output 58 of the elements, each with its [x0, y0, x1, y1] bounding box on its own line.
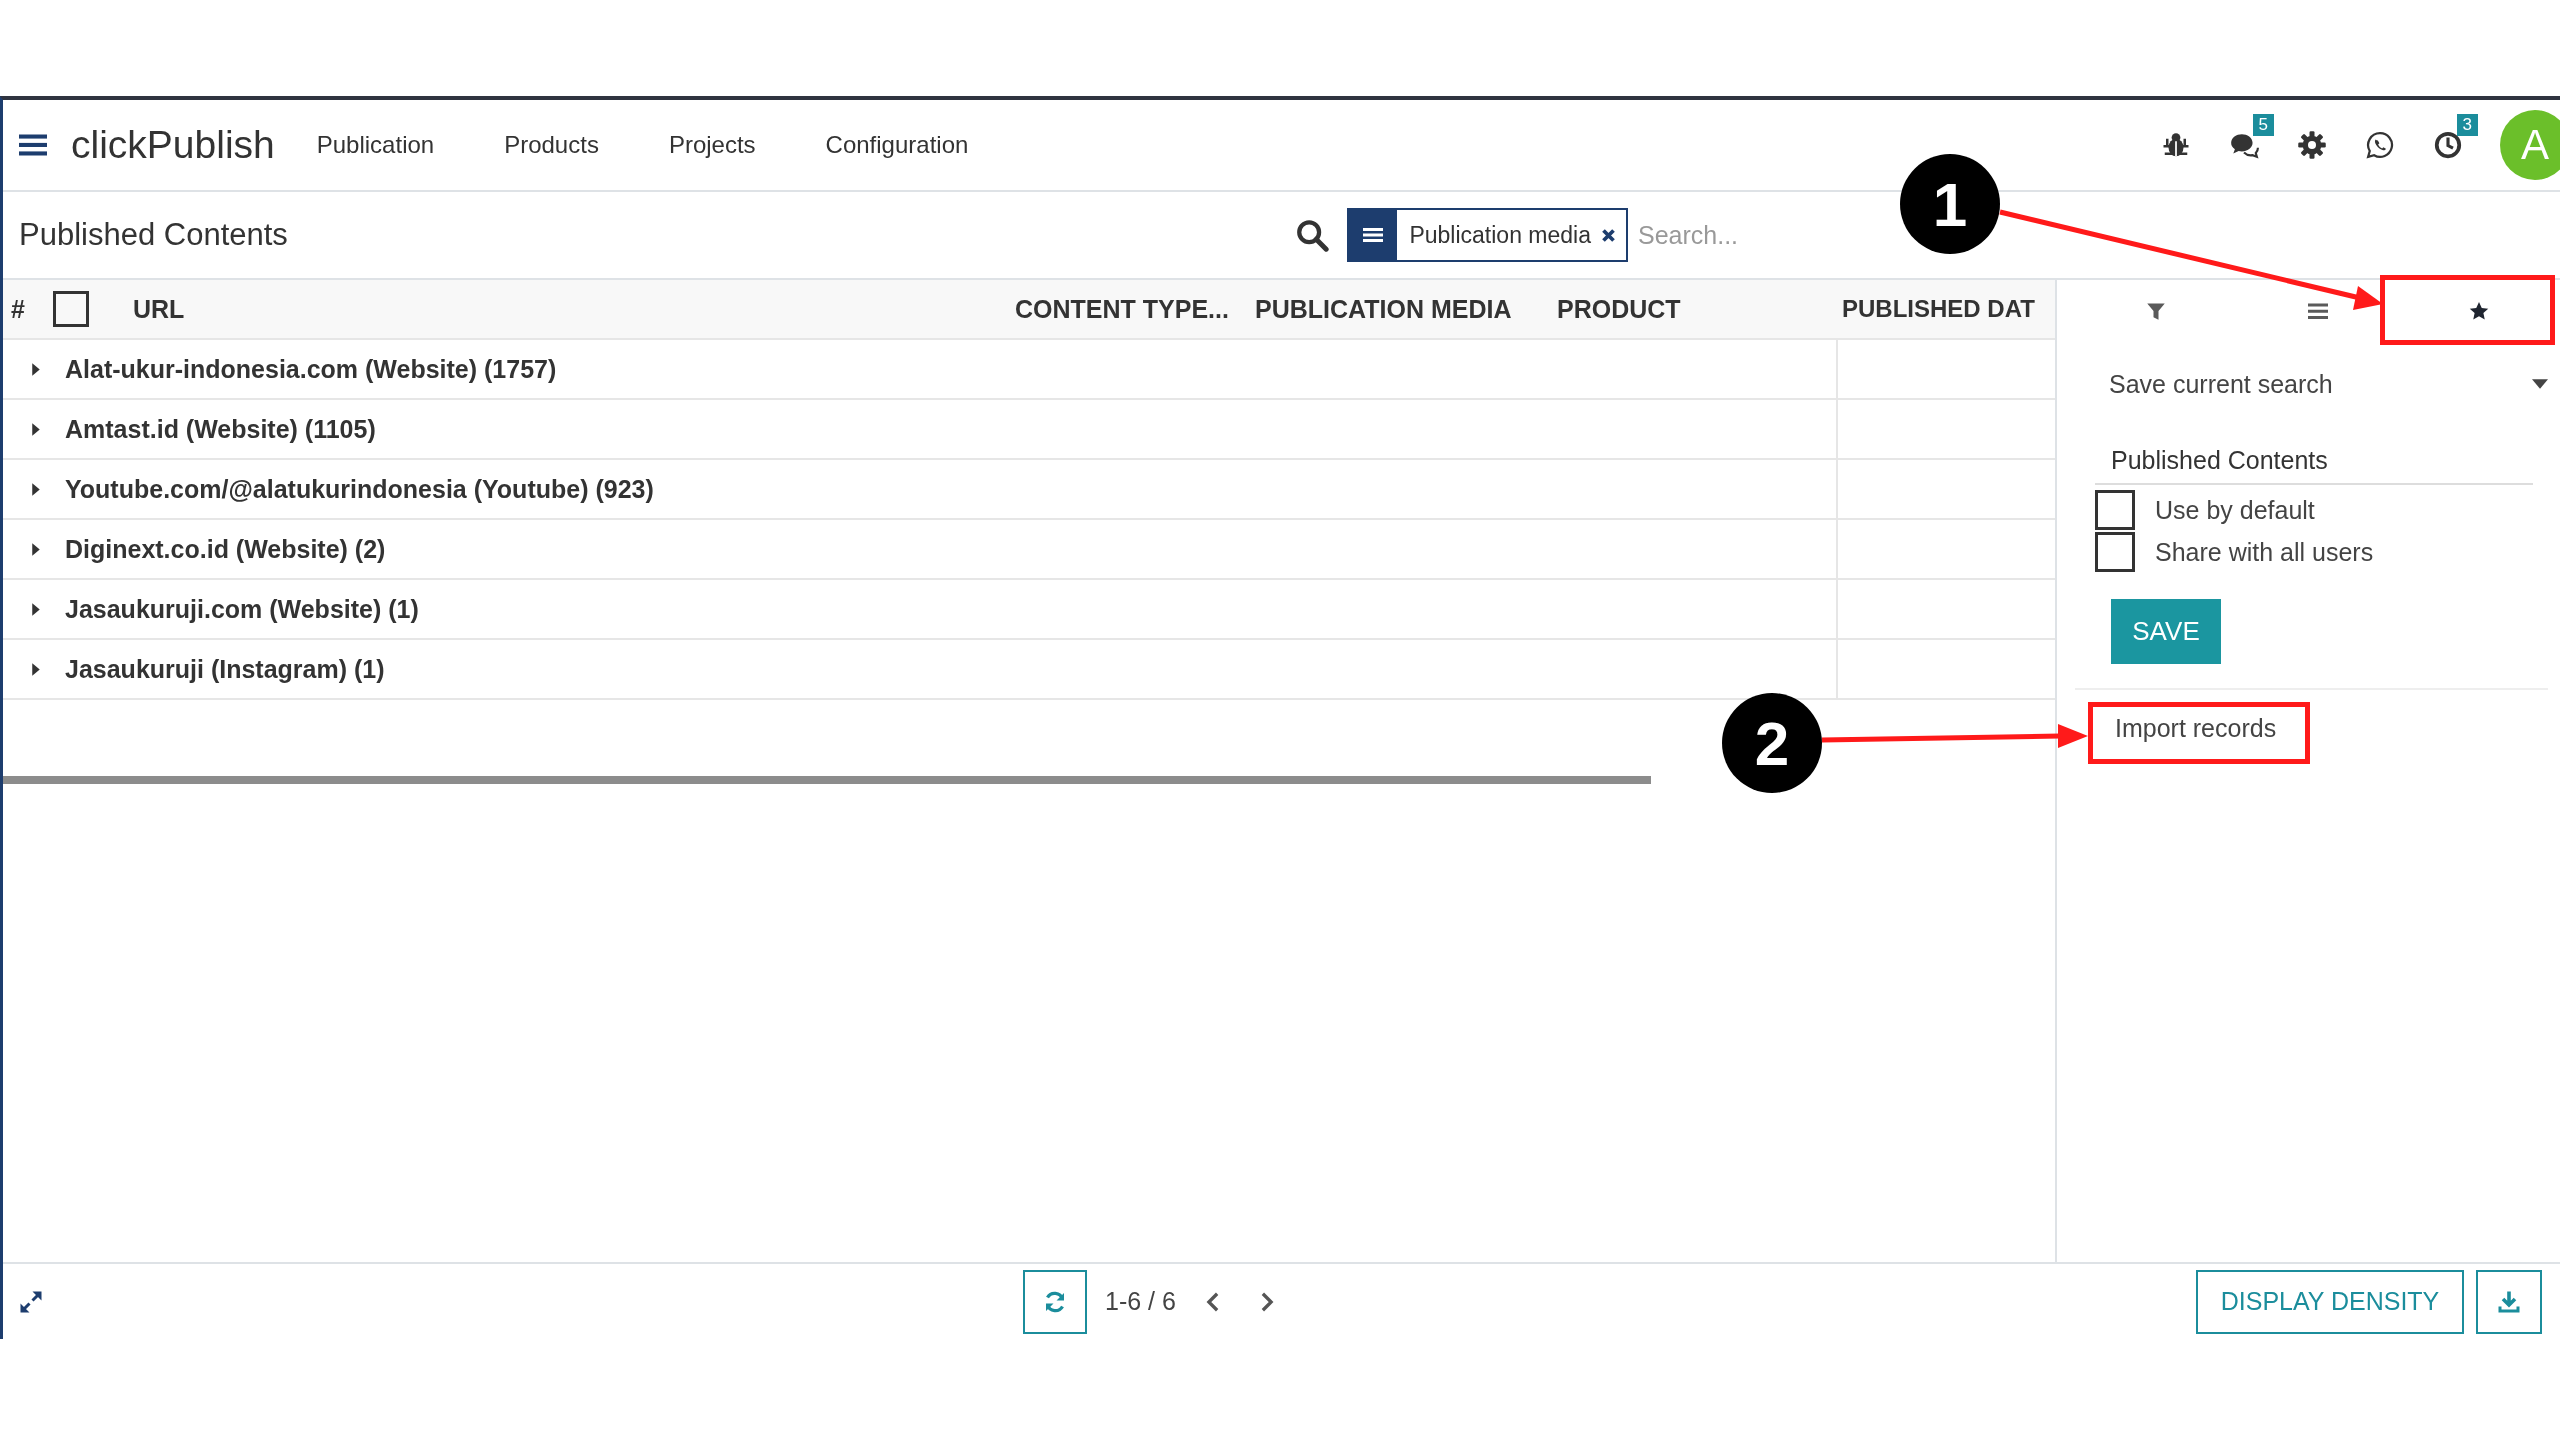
menu-item[interactable]: Products	[504, 131, 599, 159]
filter-icon	[2145, 301, 2166, 321]
group-row[interactable]: Amtast.id (Website) (1105)	[3, 414, 376, 444]
column-header: #	[10, 294, 26, 324]
step-number: 1	[1900, 154, 2000, 254]
pager-value[interactable]: 1-6 / 6	[1105, 1287, 1176, 1316]
settings-icon[interactable]	[2297, 130, 2327, 160]
menu-item[interactable]: Publication	[316, 131, 435, 159]
group-label: Amtast.id (Website) (1105)	[65, 414, 376, 444]
column-header[interactable]: PRODUCT	[1557, 294, 1838, 324]
save-button[interactable]: SAVE	[2111, 599, 2221, 664]
next-icon[interactable]	[1259, 1290, 1274, 1313]
clock-icon[interactable]	[2433, 130, 2463, 160]
caret-icon	[31, 362, 41, 376]
caret-icon	[31, 602, 41, 616]
menu-item[interactable]: Configuration	[825, 131, 969, 159]
search-icon[interactable]	[1295, 218, 1330, 252]
display-density-button[interactable]: DISPLAY DENSITY	[2196, 1269, 2464, 1334]
checkbox[interactable]	[2095, 490, 2135, 530]
previous-icon[interactable]	[1205, 1290, 1220, 1313]
search-facet[interactable]: Publication media	[1347, 208, 1628, 262]
group-label: Jasaukuruji (Instagram) (1)	[65, 654, 385, 684]
phone-chat-icon[interactable]	[2365, 130, 2395, 160]
close-icon[interactable]	[1601, 227, 1616, 243]
star-icon	[2469, 301, 2490, 321]
checkbox[interactable]	[2095, 532, 2135, 572]
notification-badge: 5	[2252, 114, 2274, 136]
column-header[interactable]: CONTENT TYPE...	[1015, 294, 1255, 324]
expand-icon[interactable]	[19, 1289, 43, 1314]
column-header[interactable]: PUBLICATION MEDIA	[1255, 294, 1557, 324]
page-title: Published Contents	[19, 217, 288, 253]
column-header[interactable]: PUBLISHED DAT	[1838, 295, 2055, 323]
download-button[interactable]	[2476, 1269, 2542, 1334]
caret-icon	[31, 662, 41, 676]
save-search-toggle[interactable]: Save current search	[2075, 342, 2560, 404]
select-all-checkbox[interactable]	[53, 291, 89, 327]
download-icon	[2497, 1289, 2521, 1314]
app-name[interactable]: clickPublish	[71, 123, 275, 167]
refresh-button[interactable]	[1023, 1269, 1087, 1334]
column-header[interactable]: URL	[133, 294, 1015, 324]
group-row[interactable]: Jasaukuruji (Instagram) (1)	[3, 654, 385, 684]
menu-icon[interactable]	[19, 133, 47, 157]
step-number: 2	[1722, 693, 1822, 793]
scrollbar[interactable]	[3, 776, 1651, 784]
caret-icon	[2532, 379, 2548, 389]
caret-icon	[31, 422, 41, 436]
refresh-icon	[1043, 1289, 1067, 1314]
menu-item[interactable]: Projects	[668, 131, 756, 159]
caret-icon	[31, 482, 41, 496]
checkbox-label[interactable]: Use by default	[2155, 495, 2315, 525]
import-records-link[interactable]: Import records	[2075, 690, 2560, 743]
checkbox-label[interactable]: Share with all users	[2155, 537, 2374, 567]
group-label: Diginext.co.id (Website) (2)	[65, 534, 386, 564]
group-by-icon	[1363, 227, 1384, 243]
group-row[interactable]: Diginext.co.id (Website) (2)	[3, 534, 386, 564]
notification-badge: 3	[2456, 114, 2478, 136]
caret-icon	[31, 542, 41, 556]
list-icon	[2307, 301, 2328, 321]
